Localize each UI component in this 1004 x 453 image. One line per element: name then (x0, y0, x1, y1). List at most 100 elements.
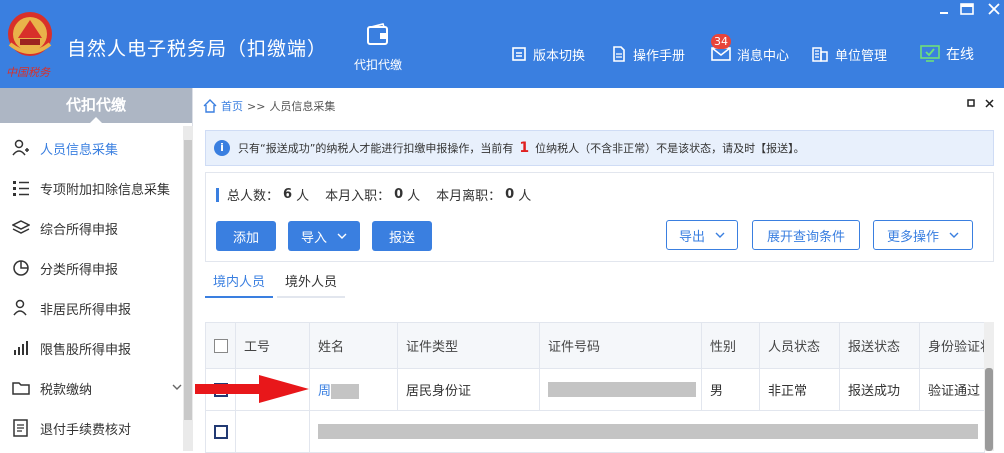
online-status[interactable]: 在线 (920, 44, 974, 64)
sidebar-item-refund-fee[interactable]: 退付手续费核对 (0, 408, 183, 448)
table-row[interactable] (205, 410, 985, 453)
sidebar-item-label: 限售股所得申报 (40, 342, 132, 358)
unit-management-button[interactable]: 单位管理 (811, 44, 887, 64)
personnel-table: 工号 姓名 证件类型 证件号码 性别 人员状态 报送状态 身份验证状态 周 居民… (205, 322, 985, 453)
manual-button[interactable]: 操作手册 (611, 44, 685, 64)
name-link[interactable]: 周 (318, 384, 331, 399)
select-all-cell[interactable] (205, 322, 236, 369)
more-actions-label: 更多操作 (886, 229, 939, 245)
module-daikou[interactable]: 代扣代缴 (350, 22, 406, 73)
export-button[interactable]: 导出 (666, 220, 738, 250)
employee-id-cell (235, 410, 310, 453)
stat-total-label: 总人数： (227, 189, 280, 204)
sidebar-item-nonresident-income[interactable]: 非居民所得申报 (0, 288, 183, 328)
home-icon[interactable] (203, 99, 217, 113)
sidebar-item-special-deduction[interactable]: 专项附加扣除信息采集 (0, 168, 183, 208)
sidebar-item-label: 专项附加扣除信息采集 (40, 182, 171, 198)
column-header[interactable]: 报送状态 (839, 322, 920, 369)
select-all-checkbox[interactable] (214, 338, 228, 353)
restore-tab-icon[interactable] (967, 99, 975, 107)
stats-accent-bar (216, 187, 219, 202)
breadcrumb-separator: >> (247, 99, 266, 113)
redacted-name (331, 384, 360, 399)
chevron-down-icon (337, 233, 347, 239)
message-count-badge: 34 (711, 34, 731, 49)
table-header-row: 工号 姓名 证件类型 证件号码 性别 人员状态 报送状态 身份验证状态 (205, 322, 985, 369)
export-label: 导出 (678, 229, 705, 245)
close-tab-icon[interactable] (985, 99, 994, 108)
svg-text:中国税务: 中国税务 (6, 66, 51, 78)
row-checkbox[interactable] (214, 424, 228, 439)
info-icon: i (214, 140, 230, 156)
sidebar-title: 代扣代缴 (0, 88, 192, 124)
id-number-cell (539, 368, 702, 411)
tab-overseas[interactable]: 境外人员 (277, 272, 346, 298)
module-label: 代扣代缴 (353, 58, 402, 72)
column-header[interactable]: 性别 (701, 322, 760, 369)
sidebar-scrollbar-thumb[interactable] (184, 140, 192, 420)
pie-chart-icon (13, 260, 29, 276)
sidebar-item-label: 退付手续费核对 (40, 422, 132, 438)
table-row[interactable]: 周 居民身份证 男 非正常 报送成功 验证通过 (205, 368, 985, 411)
minimize-icon[interactable] (936, 2, 952, 16)
submit-button[interactable]: 报送 (372, 221, 432, 251)
column-header[interactable]: 证件号码 (539, 322, 702, 369)
personnel-tabs: 境内人员 境外人员 (205, 272, 346, 298)
sidebar-item-restricted-stock[interactable]: 限售股所得申报 (0, 328, 183, 368)
table-scrollbar-thumb[interactable] (985, 368, 993, 451)
stat-hired-label: 本月入职： (325, 189, 391, 204)
name-cell[interactable]: 周 (309, 368, 398, 411)
sidebar-item-classified-income[interactable]: 分类所得申报 (0, 248, 183, 288)
close-icon[interactable] (986, 2, 1002, 16)
column-header[interactable]: 证件类型 (397, 322, 540, 369)
redacted-id-number (548, 382, 696, 397)
notice-count: 1 (519, 140, 530, 156)
redacted-row-cell (309, 410, 985, 453)
stats-action-panel: 总人数： 6 人 本月入职： 0 人 本月离职： 0 人 添加 导入 报送 导出… (205, 172, 994, 262)
breadcrumb-home-link[interactable]: 首页 (221, 98, 243, 114)
building-icon (812, 47, 828, 62)
sidebar-item-tax-payment[interactable]: 税款缴纳 (0, 368, 183, 408)
sidebar-item-label: 非居民所得申报 (40, 302, 132, 318)
folder-icon (12, 382, 30, 395)
sidebar-item-comprehensive-income[interactable]: 综合所得申报 (0, 208, 183, 248)
notice-suffix: 位纳税人（不含非正常）不是该状态，请及时【报送】。 (535, 142, 805, 155)
row-select-cell[interactable] (205, 410, 236, 453)
stat-left-label: 本月离职： (436, 189, 502, 204)
add-button[interactable]: 添加 (216, 221, 276, 251)
app-title: 自然人电子税务局（扣缴端） (67, 38, 328, 60)
stats-summary: 总人数： 6 人 本月入职： 0 人 本月离职： 0 人 (216, 185, 531, 204)
stat-total-unit: 人 (296, 189, 310, 204)
column-header[interactable]: 姓名 (309, 322, 398, 369)
column-header[interactable]: 人员状态 (759, 322, 840, 369)
stat-left-value: 0 (505, 187, 515, 202)
sidebar-item-label: 综合所得申报 (40, 222, 119, 238)
manual-label: 操作手册 (633, 48, 686, 64)
document-icon (13, 419, 28, 437)
version-switch-button[interactable]: 版本切换 (511, 44, 585, 64)
notice-prefix: 只有“报送成功”的纳税人才能进行扣缴申报操作，当前有 (238, 142, 514, 155)
expand-query-button[interactable]: 展开查询条件 (752, 220, 860, 250)
stat-left-unit: 人 (518, 189, 532, 204)
gender-cell: 男 (701, 368, 760, 411)
chevron-down-icon (172, 384, 182, 390)
import-label: 导入 (300, 230, 327, 246)
version-switch-label: 版本切换 (533, 48, 586, 64)
tab-domestic[interactable]: 境内人员 (205, 272, 274, 298)
bar-chart-icon (14, 341, 28, 355)
chevron-down-icon (715, 232, 725, 238)
column-header[interactable]: 身份验证状态 (919, 322, 985, 369)
sidebar-item-personnel-info[interactable]: 人员信息采集 (0, 128, 183, 168)
notice-bar: i 只有“报送成功”的纳税人才能进行扣缴申报操作，当前有 1 位纳税人（不含非正… (205, 130, 994, 166)
column-header[interactable]: 工号 (235, 322, 310, 369)
sidebar-item-label: 人员信息采集 (40, 142, 119, 158)
chevron-down-icon (949, 232, 959, 238)
online-label: 在线 (946, 47, 974, 63)
import-button[interactable]: 导入 (288, 221, 360, 251)
wallet-icon (367, 23, 388, 45)
more-actions-button[interactable]: 更多操作 (873, 220, 973, 250)
manual-icon (613, 46, 625, 62)
app-header: 中国税务 自然人电子税务局（扣缴端） 代扣代缴 版本切换 操作手册 消息中心 3… (0, 0, 1004, 88)
maximize-icon[interactable] (959, 2, 975, 16)
person-icon (13, 299, 27, 316)
